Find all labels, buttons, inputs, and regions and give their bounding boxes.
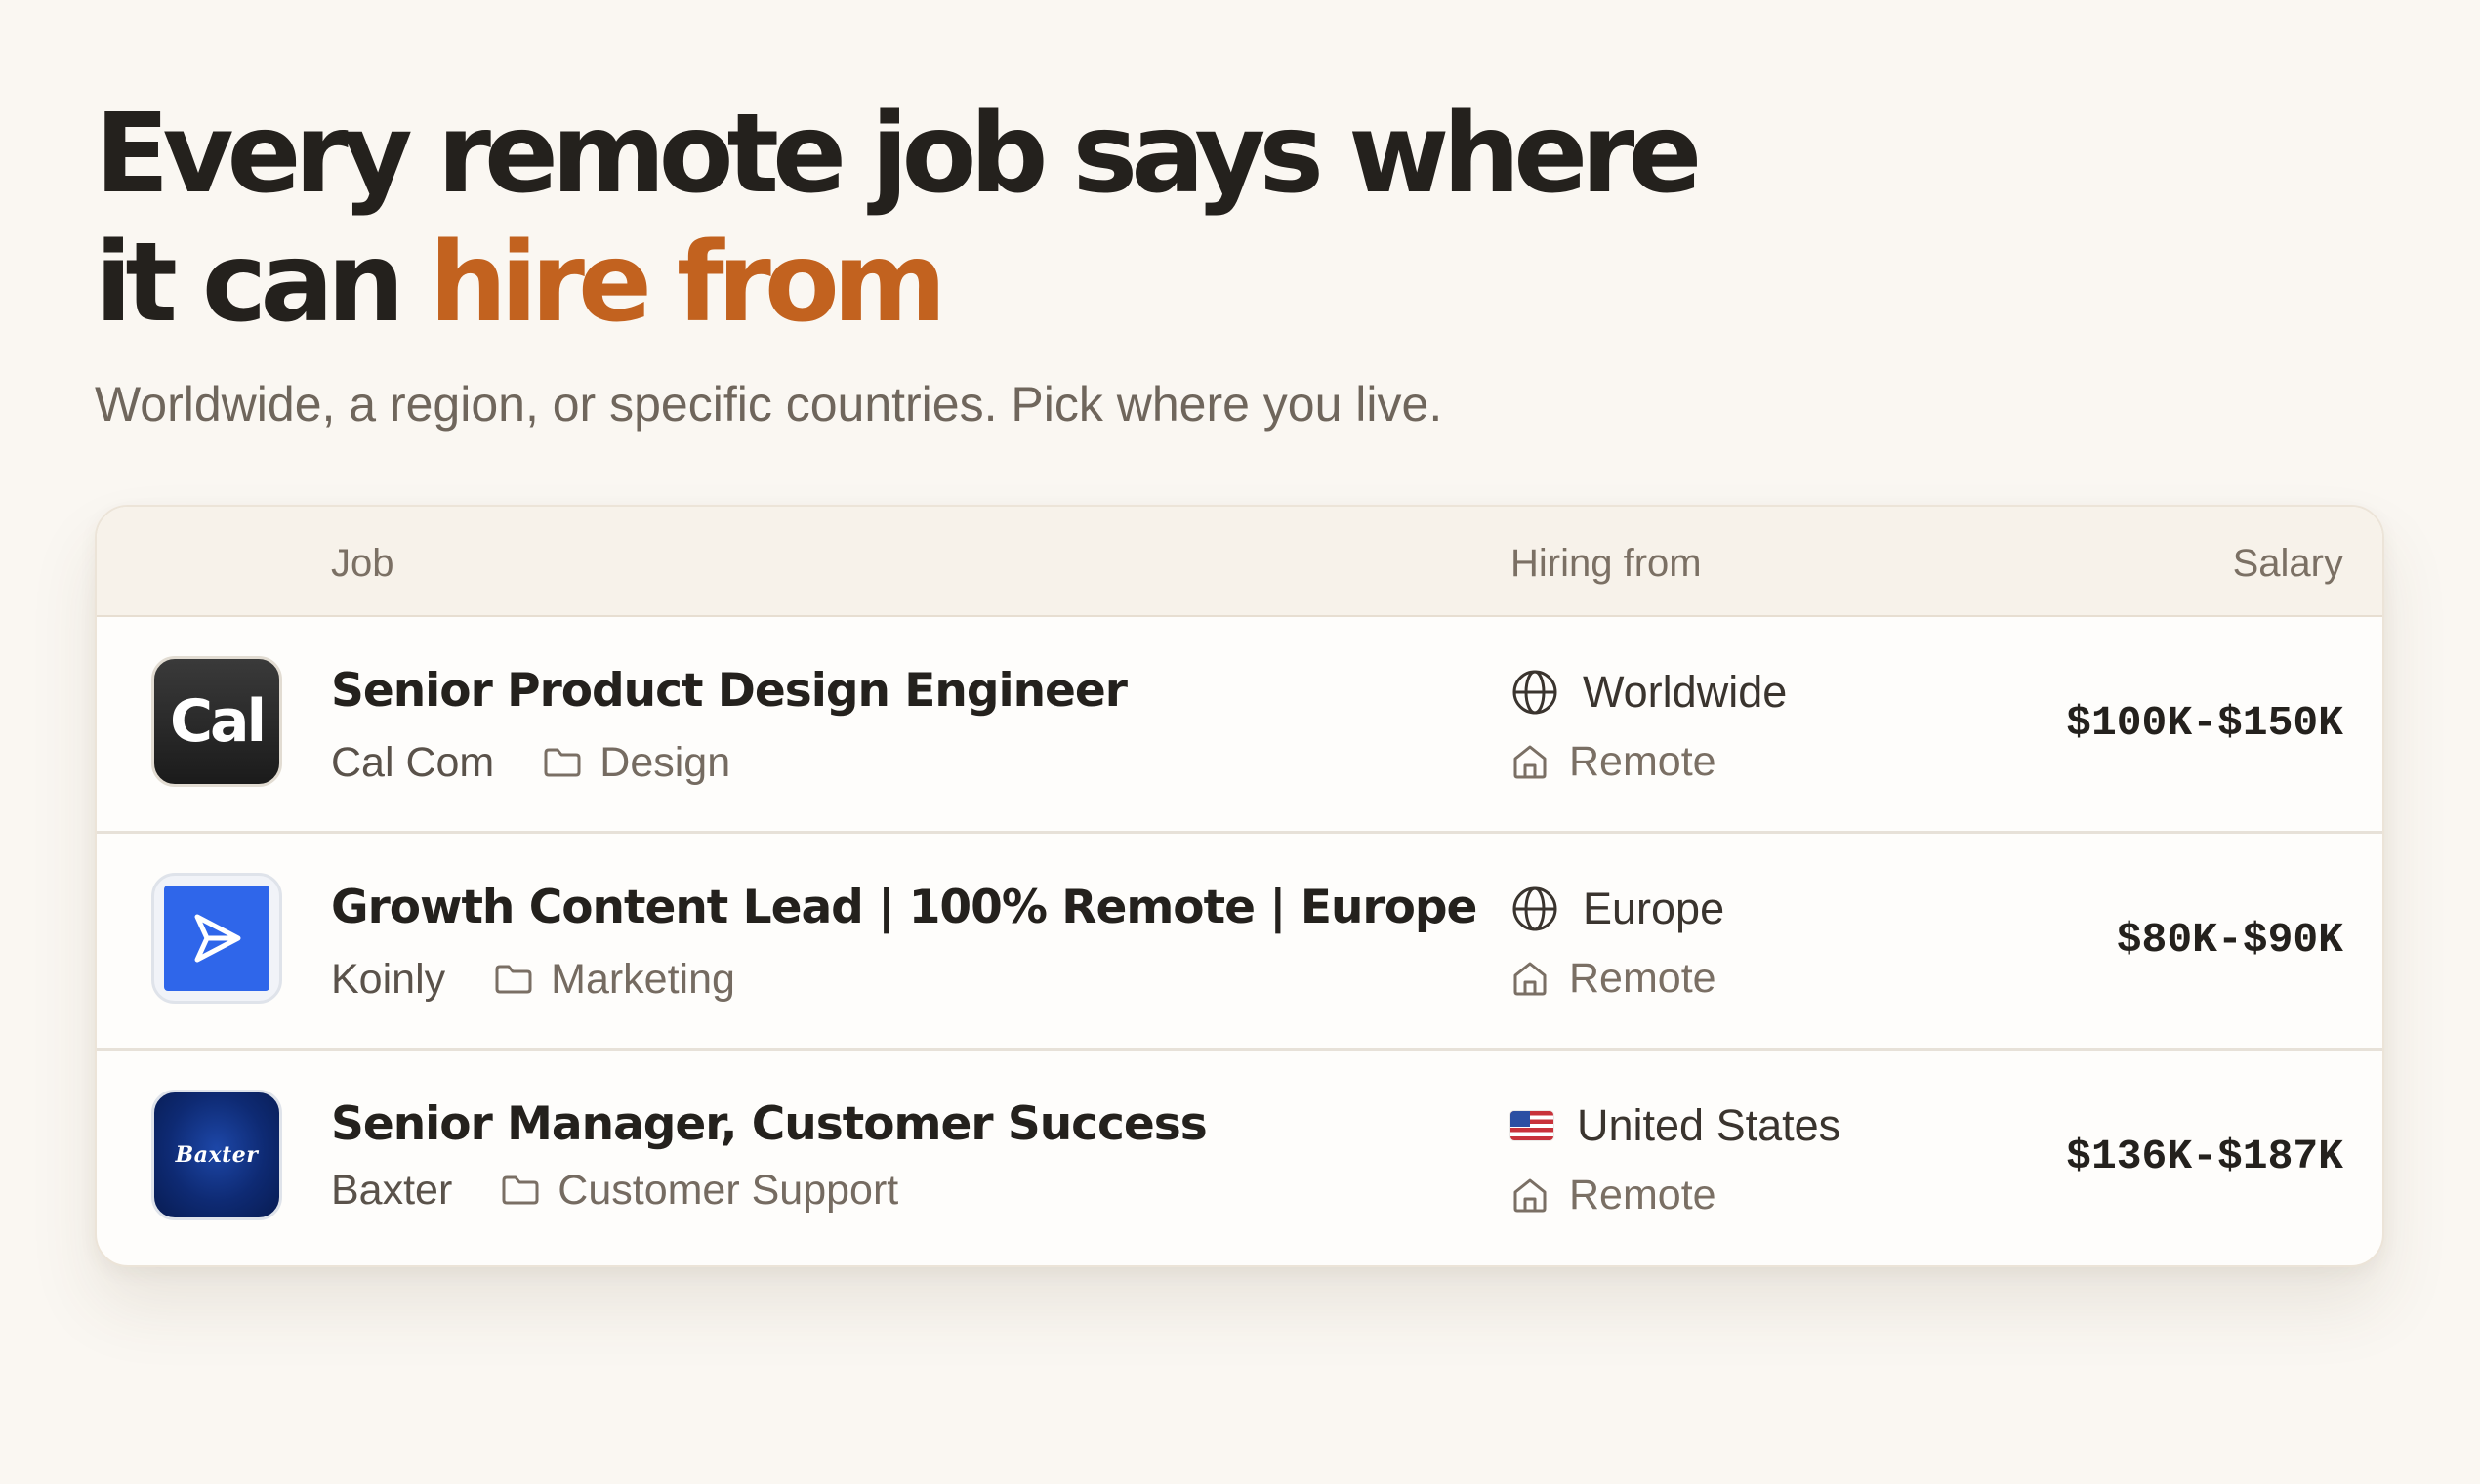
job-meta: Cal Com Design bbox=[331, 738, 730, 787]
company-name: Koinly bbox=[331, 956, 446, 1003]
work-type-label: Remote bbox=[1569, 955, 1716, 1002]
work-type-label: Remote bbox=[1569, 738, 1716, 785]
location-label: Europe bbox=[1583, 884, 1725, 933]
column-header-hiring-from: Hiring from bbox=[1510, 542, 1702, 585]
hiring-location: Worldwide bbox=[1510, 666, 1787, 719]
headline-line-1: Every remote job says where bbox=[95, 91, 1702, 218]
job-title[interactable]: Senior Manager, Customer Success bbox=[331, 1097, 1208, 1152]
job-meta: Baxter Customer Support bbox=[331, 1166, 898, 1215]
category-label: Marketing bbox=[551, 956, 735, 1003]
hero-subtitle: Worldwide, a region, or specific countri… bbox=[95, 377, 1443, 432]
salary-range: $136K-$187K bbox=[2066, 1133, 2343, 1180]
work-type: Remote bbox=[1510, 1171, 1716, 1219]
folder-icon bbox=[495, 965, 532, 994]
logo-text: Cal bbox=[169, 687, 267, 756]
job-title[interactable]: Senior Product Design Engineer bbox=[331, 664, 1128, 719]
table-header: Job Hiring from Salary bbox=[97, 507, 2382, 617]
salary-range: $80K-$90K bbox=[2116, 916, 2343, 964]
job-category: Marketing bbox=[494, 955, 735, 1004]
job-row-koinly[interactable]: Growth Content Lead | 100% Remote | Euro… bbox=[97, 834, 2382, 1051]
home-icon bbox=[1513, 1178, 1547, 1213]
column-header-salary: Salary bbox=[2232, 542, 2343, 585]
work-type: Remote bbox=[1510, 737, 1716, 786]
globe-icon bbox=[1512, 670, 1557, 715]
hiring-location: Europe bbox=[1510, 883, 1724, 935]
headline-accent: hire from bbox=[429, 220, 947, 347]
company-logo-cal: Cal bbox=[151, 656, 282, 787]
logo-text: Baxter bbox=[175, 1142, 259, 1168]
company-name: Cal Com bbox=[331, 739, 495, 786]
column-header-job: Job bbox=[331, 542, 394, 585]
category-label: Customer Support bbox=[558, 1167, 899, 1214]
hero-headline: Every remote job says where it can hire … bbox=[95, 90, 1702, 348]
paper-plane-icon bbox=[194, 914, 241, 963]
job-category: Design bbox=[543, 738, 730, 787]
company-name: Baxter bbox=[331, 1167, 453, 1214]
job-category: Customer Support bbox=[501, 1166, 898, 1215]
work-type-label: Remote bbox=[1569, 1172, 1716, 1218]
headline-line-2-prefix: it can bbox=[95, 220, 430, 347]
company-logo-baxter: Baxter bbox=[151, 1090, 282, 1220]
us-flag-icon bbox=[1510, 1111, 1553, 1140]
folder-icon bbox=[544, 748, 581, 777]
job-meta: Koinly Marketing bbox=[331, 955, 735, 1004]
job-title[interactable]: Growth Content Lead | 100% Remote | Euro… bbox=[331, 881, 1477, 935]
company-logo-koinly bbox=[151, 873, 282, 1004]
jobs-table: Job Hiring from Salary Cal Senior Produc… bbox=[95, 505, 2384, 1267]
hiring-location: United States bbox=[1510, 1099, 1840, 1152]
category-label: Design bbox=[599, 739, 731, 786]
work-type: Remote bbox=[1510, 954, 1716, 1003]
salary-range: $100K-$150K bbox=[2066, 699, 2343, 747]
home-icon bbox=[1513, 745, 1547, 779]
job-row-baxter[interactable]: Baxter Senior Manager, Customer Success … bbox=[97, 1051, 2382, 1265]
globe-icon bbox=[1512, 886, 1557, 931]
home-icon bbox=[1513, 962, 1547, 996]
location-label: Worldwide bbox=[1583, 667, 1788, 717]
folder-icon bbox=[502, 1175, 539, 1205]
job-row-cal-com[interactable]: Cal Senior Product Design Engineer Cal C… bbox=[97, 617, 2382, 834]
location-label: United States bbox=[1577, 1100, 1841, 1150]
